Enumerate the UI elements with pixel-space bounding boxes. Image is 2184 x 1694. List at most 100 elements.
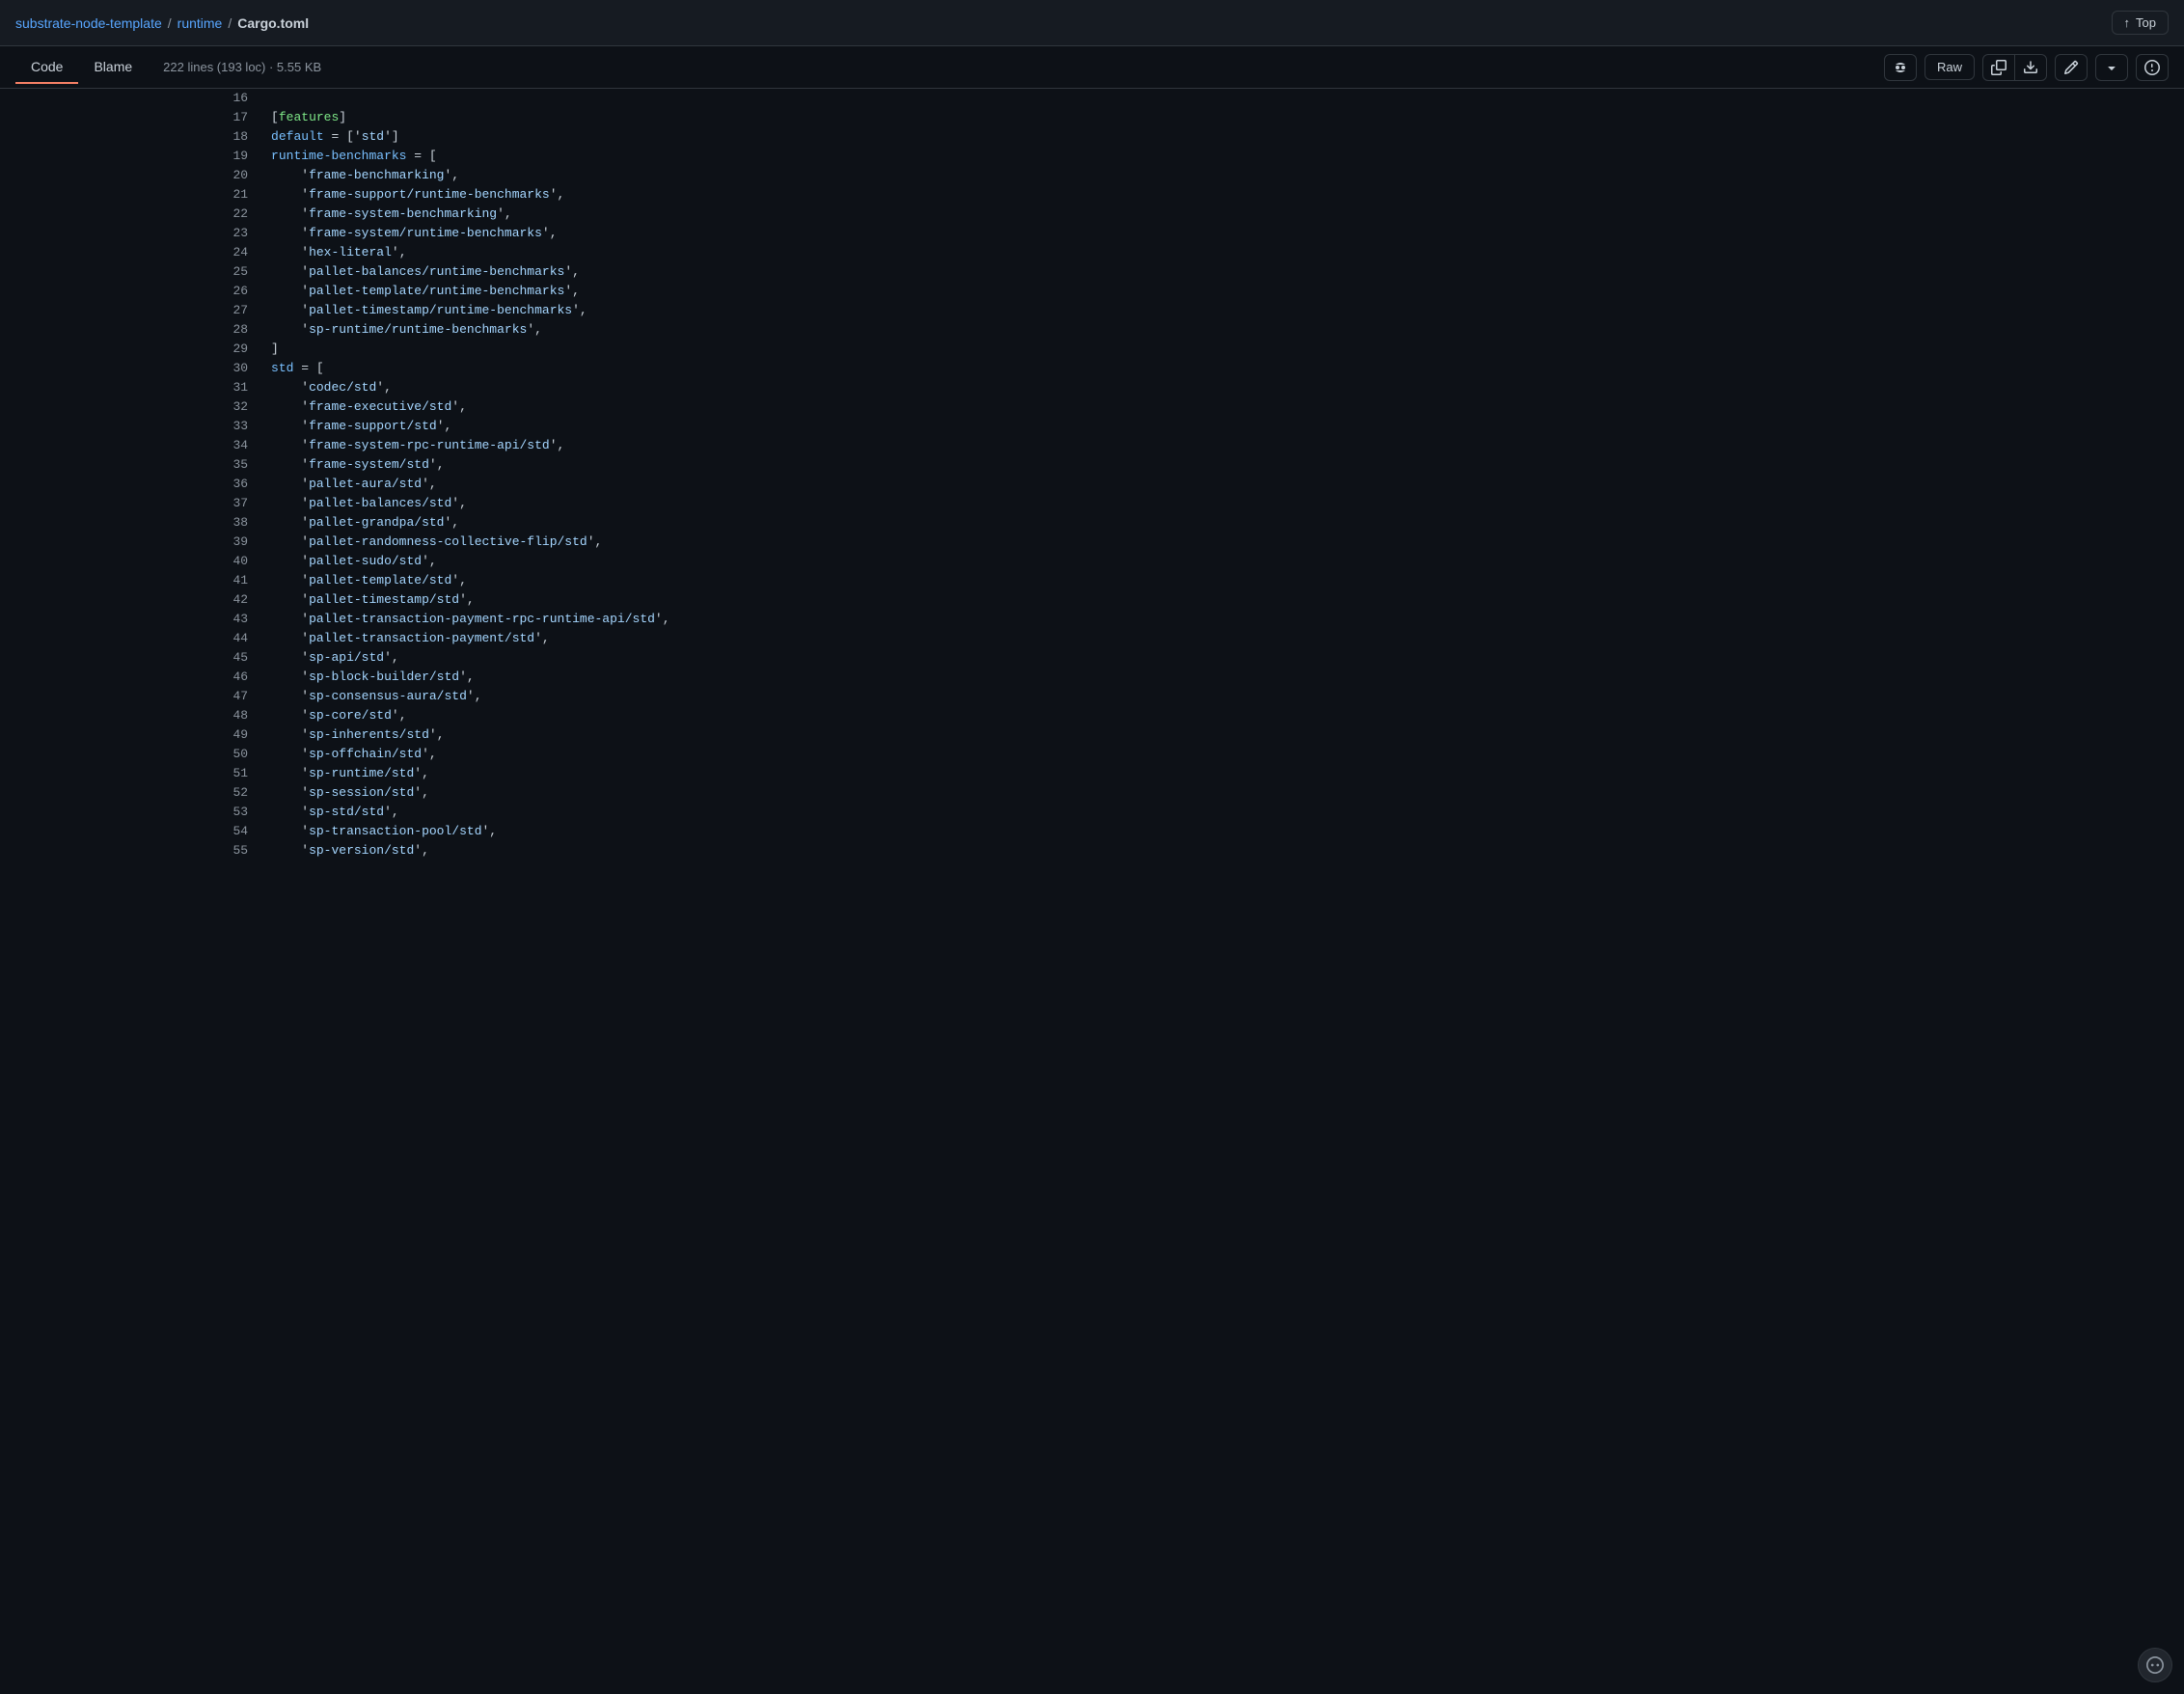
table-row: 25 'pallet-balances/runtime-benchmarks', [0, 262, 2184, 282]
top-button-label: Top [2136, 15, 2156, 30]
breadcrumb-folder[interactable]: runtime [177, 15, 223, 31]
chevron-down-icon [2104, 60, 2119, 75]
line-content: 'frame-system-benchmarking', [263, 205, 2184, 224]
line-content: 'sp-inherents/std', [263, 725, 2184, 745]
table-row: 31 'codec/std', [0, 378, 2184, 397]
table-row: 50 'sp-offchain/std', [0, 745, 2184, 764]
copilot-button[interactable] [1884, 54, 1917, 81]
bottom-copilot-icon[interactable] [2138, 1648, 2172, 1682]
table-row: 20 'frame-benchmarking', [0, 166, 2184, 185]
line-content: 'sp-api/std', [263, 648, 2184, 668]
copy-icon [1991, 60, 2007, 75]
table-row: 40 'pallet-sudo/std', [0, 552, 2184, 571]
line-content: 'pallet-transaction-payment/std', [263, 629, 2184, 648]
table-row: 52 'sp-session/std', [0, 783, 2184, 803]
line-number: 52 [0, 783, 263, 803]
line-number: 40 [0, 552, 263, 571]
line-number: 48 [0, 706, 263, 725]
line-content: 'frame-system/std', [263, 455, 2184, 475]
line-number: 20 [0, 166, 263, 185]
line-content: 'sp-block-builder/std', [263, 668, 2184, 687]
line-content: 'pallet-randomness-collective-flip/std', [263, 533, 2184, 552]
table-row: 47 'sp-consensus-aura/std', [0, 687, 2184, 706]
breadcrumb-repo[interactable]: substrate-node-template [15, 15, 162, 31]
line-number: 29 [0, 340, 263, 359]
table-row: 17[features] [0, 108, 2184, 127]
breadcrumb-sep1: / [168, 15, 172, 31]
table-row: 45 'sp-api/std', [0, 648, 2184, 668]
line-number: 50 [0, 745, 263, 764]
line-number: 37 [0, 494, 263, 513]
edit-button[interactable] [2055, 54, 2088, 81]
line-content [263, 89, 2184, 108]
line-content: 'sp-offchain/std', [263, 745, 2184, 764]
tab-blame[interactable]: Blame [78, 51, 148, 84]
copilot-icon [1893, 60, 1908, 75]
line-number: 44 [0, 629, 263, 648]
line-number: 16 [0, 89, 263, 108]
line-number: 55 [0, 841, 263, 861]
table-row: 28 'sp-runtime/runtime-benchmarks', [0, 320, 2184, 340]
line-content: 'sp-consensus-aura/std', [263, 687, 2184, 706]
line-number: 19 [0, 147, 263, 166]
line-number: 33 [0, 417, 263, 436]
line-content: runtime-benchmarks = [ [263, 147, 2184, 166]
code-container[interactable]: 16 17[features]18default = ['std']19runt… [0, 89, 2184, 1694]
tab-code[interactable]: Code [15, 51, 78, 84]
table-row: 53 'sp-std/std', [0, 803, 2184, 822]
symbols-icon [2144, 60, 2160, 75]
line-content: 'pallet-timestamp/runtime-benchmarks', [263, 301, 2184, 320]
line-content: 'sp-version/std', [263, 841, 2184, 861]
code-table: 16 17[features]18default = ['std']19runt… [0, 89, 2184, 861]
table-row: 29] [0, 340, 2184, 359]
table-row: 35 'frame-system/std', [0, 455, 2184, 475]
table-row: 16 [0, 89, 2184, 108]
raw-button[interactable]: Raw [1925, 54, 1975, 80]
line-number: 36 [0, 475, 263, 494]
breadcrumb-sep2: / [228, 15, 232, 31]
line-number: 26 [0, 282, 263, 301]
line-content: 'hex-literal', [263, 243, 2184, 262]
breadcrumb-file: Cargo.toml [237, 15, 309, 31]
table-row: 39 'pallet-randomness-collective-flip/st… [0, 533, 2184, 552]
toolbar: Code Blame 222 lines (193 loc) · 5.55 KB… [0, 46, 2184, 89]
copy-button[interactable] [1983, 55, 2015, 80]
line-content: 'frame-executive/std', [263, 397, 2184, 417]
table-row: 38 'pallet-grandpa/std', [0, 513, 2184, 533]
table-row: 24 'hex-literal', [0, 243, 2184, 262]
table-row: 33 'frame-support/std', [0, 417, 2184, 436]
edit-icon [2063, 60, 2079, 75]
line-content: 'pallet-balances/runtime-benchmarks', [263, 262, 2184, 282]
top-arrow-icon: ↑ [2124, 15, 2131, 30]
line-content: 'frame-system/runtime-benchmarks', [263, 224, 2184, 243]
line-number: 22 [0, 205, 263, 224]
table-row: 22 'frame-system-benchmarking', [0, 205, 2184, 224]
line-number: 21 [0, 185, 263, 205]
line-content: 'sp-session/std', [263, 783, 2184, 803]
download-button[interactable] [2015, 55, 2046, 80]
line-number: 53 [0, 803, 263, 822]
line-content: ] [263, 340, 2184, 359]
line-content: 'pallet-template/std', [263, 571, 2184, 590]
line-number: 54 [0, 822, 263, 841]
more-options-button[interactable] [2095, 54, 2128, 81]
table-row: 41 'pallet-template/std', [0, 571, 2184, 590]
symbols-button[interactable] [2136, 54, 2169, 81]
table-row: 54 'sp-transaction-pool/std', [0, 822, 2184, 841]
table-row: 27 'pallet-timestamp/runtime-benchmarks'… [0, 301, 2184, 320]
line-number: 25 [0, 262, 263, 282]
line-number: 49 [0, 725, 263, 745]
toolbar-left: Code Blame 222 lines (193 loc) · 5.55 KB [15, 51, 321, 84]
table-row: 44 'pallet-transaction-payment/std', [0, 629, 2184, 648]
top-button[interactable]: ↑ Top [2112, 11, 2169, 35]
table-row: 21 'frame-support/runtime-benchmarks', [0, 185, 2184, 205]
table-row: 36 'pallet-aura/std', [0, 475, 2184, 494]
line-content: 'frame-support/runtime-benchmarks', [263, 185, 2184, 205]
line-number: 27 [0, 301, 263, 320]
table-row: 43 'pallet-transaction-payment-rpc-runti… [0, 610, 2184, 629]
table-row: 23 'frame-system/runtime-benchmarks', [0, 224, 2184, 243]
table-row: 51 'sp-runtime/std', [0, 764, 2184, 783]
line-content: 'pallet-aura/std', [263, 475, 2184, 494]
line-content: default = ['std'] [263, 127, 2184, 147]
line-number: 35 [0, 455, 263, 475]
